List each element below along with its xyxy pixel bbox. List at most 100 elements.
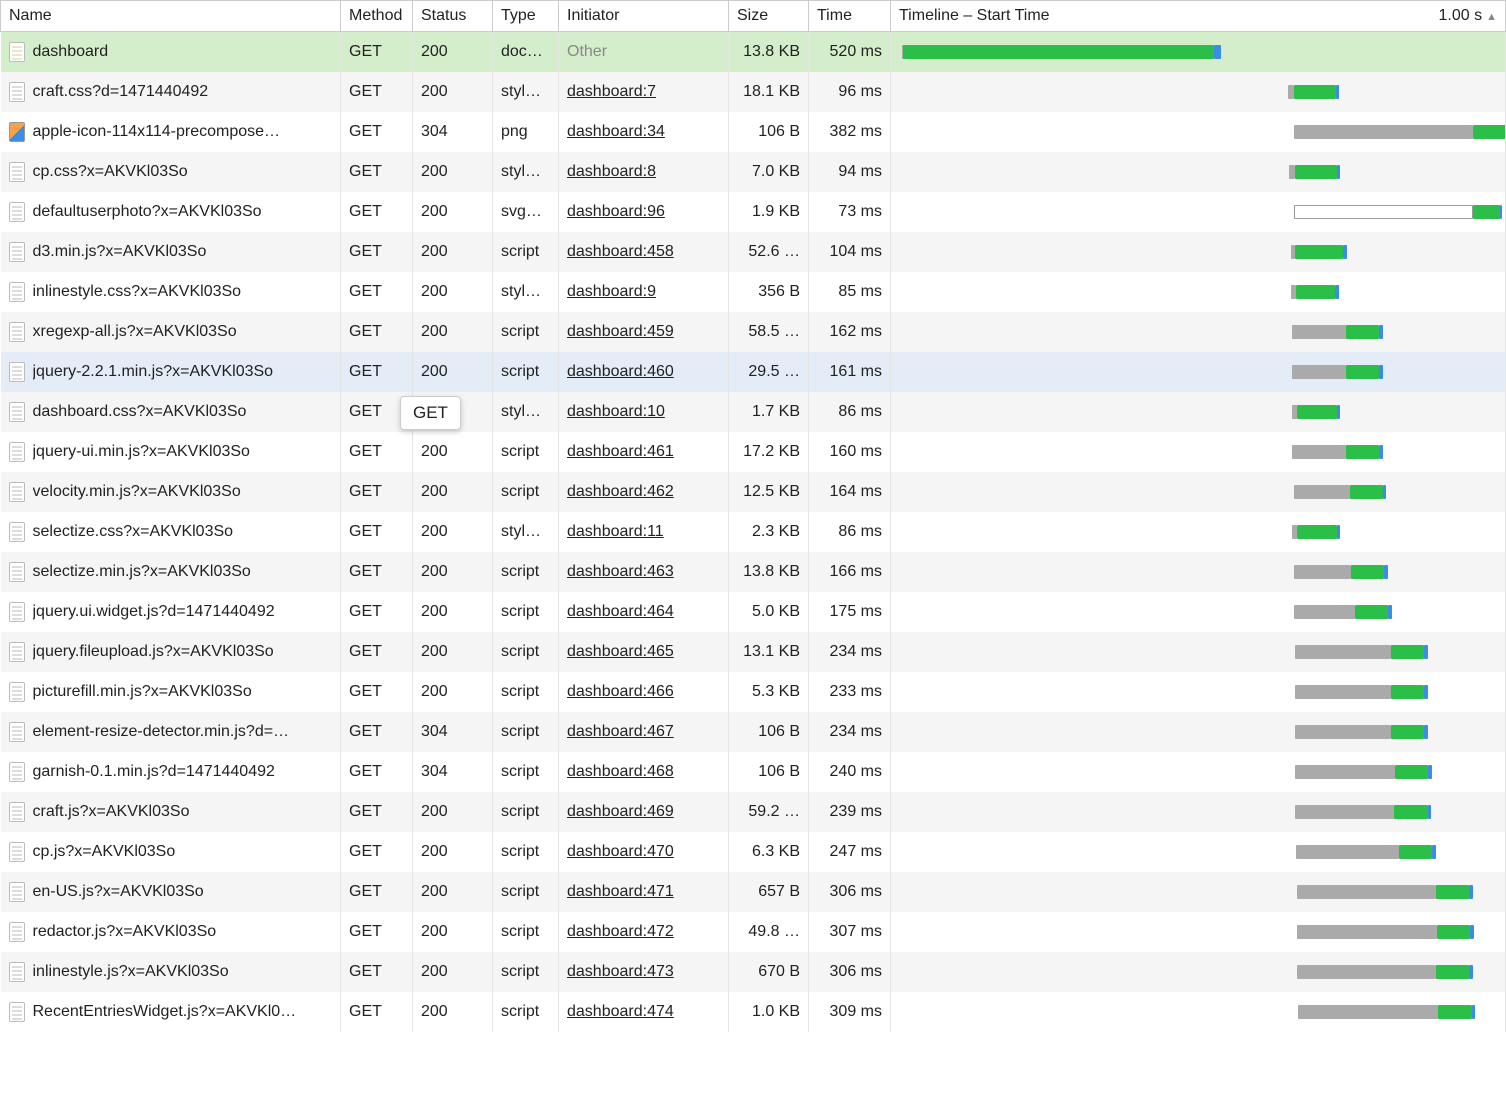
table-row[interactable]: d3.min.js?x=AKVKl03SoGET200scriptdashboa… [1,232,1506,272]
initiator-link[interactable]: dashboard:470 [567,843,674,860]
initiator-link[interactable]: dashboard:465 [567,643,674,660]
cell-name[interactable]: xregexp-all.js?x=AKVKl03So [1,312,341,352]
cell-initiator[interactable]: dashboard:9 [559,272,729,312]
cell-name[interactable]: velocity.min.js?x=AKVKl03So [1,472,341,512]
initiator-link[interactable]: dashboard:461 [567,443,674,460]
cell-initiator[interactable]: dashboard:471 [559,872,729,912]
table-row[interactable]: picturefill.min.js?x=AKVKl03SoGET200scri… [1,672,1506,712]
initiator-link[interactable]: dashboard:474 [567,1003,674,1020]
cell-initiator[interactable]: dashboard:466 [559,672,729,712]
cell-name[interactable]: dashboard [1,32,341,73]
cell-initiator[interactable]: dashboard:467 [559,712,729,752]
cell-name[interactable]: inlinestyle.js?x=AKVKl03So [1,952,341,992]
initiator-link[interactable]: dashboard:466 [567,683,674,700]
initiator-link[interactable]: dashboard:96 [567,203,665,220]
initiator-link[interactable]: dashboard:469 [567,803,674,820]
table-row[interactable]: apple-icon-114x114-precompose…GET304pngd… [1,112,1506,152]
cell-initiator[interactable]: dashboard:474 [559,992,729,1032]
table-row[interactable]: jquery-ui.min.js?x=AKVKl03SoGET200script… [1,432,1506,472]
initiator-link[interactable]: dashboard:10 [567,403,665,420]
cell-name[interactable]: selectize.min.js?x=AKVKl03So [1,552,341,592]
cell-initiator[interactable]: dashboard:468 [559,752,729,792]
cell-name[interactable]: element-resize-detector.min.js?d=… [1,712,341,752]
column-header-time[interactable]: Time [809,1,891,32]
initiator-link[interactable]: dashboard:7 [567,83,656,100]
cell-name[interactable]: d3.min.js?x=AKVKl03So [1,232,341,272]
cell-initiator[interactable]: dashboard:460 [559,352,729,392]
initiator-link[interactable]: dashboard:463 [567,563,674,580]
cell-name[interactable]: defaultuserphoto?x=AKVKl03So [1,192,341,232]
table-row[interactable]: redactor.js?x=AKVKl03SoGET200scriptdashb… [1,912,1506,952]
table-row[interactable]: selectize.css?x=AKVKl03SoGET200styl…dash… [1,512,1506,552]
table-row[interactable]: jquery.fileupload.js?x=AKVKl03SoGET200sc… [1,632,1506,672]
initiator-link[interactable]: dashboard:11 [567,523,664,540]
initiator-link[interactable]: dashboard:468 [567,763,674,780]
table-row[interactable]: RecentEntriesWidget.js?x=AKVKl0…GET200sc… [1,992,1506,1032]
cell-initiator[interactable]: dashboard:461 [559,432,729,472]
initiator-link[interactable]: dashboard:462 [567,483,674,500]
table-row[interactable]: dashboard.css?x=AKVKl03SoGETstyl…dashboa… [1,392,1506,432]
cell-initiator[interactable]: dashboard:469 [559,792,729,832]
table-row[interactable]: jquery.ui.widget.js?d=1471440492GET200sc… [1,592,1506,632]
cell-name[interactable]: apple-icon-114x114-precompose… [1,112,341,152]
column-header-type[interactable]: Type [493,1,559,32]
cell-initiator[interactable]: dashboard:96 [559,192,729,232]
column-header-method[interactable]: Method [341,1,413,32]
column-header-name[interactable]: Name [1,1,341,32]
cell-initiator[interactable]: dashboard:7 [559,72,729,112]
initiator-link[interactable]: dashboard:458 [567,243,674,260]
initiator-link[interactable]: dashboard:34 [567,123,665,140]
cell-name[interactable]: selectize.css?x=AKVKl03So [1,512,341,552]
initiator-link[interactable]: dashboard:464 [567,603,674,620]
cell-name[interactable]: RecentEntriesWidget.js?x=AKVKl0… [1,992,341,1032]
table-row[interactable]: garnish-0.1.min.js?d=1471440492GET304scr… [1,752,1506,792]
initiator-link[interactable]: dashboard:9 [567,283,656,300]
cell-name[interactable]: cp.css?x=AKVKl03So [1,152,341,192]
cell-name[interactable]: jquery-ui.min.js?x=AKVKl03So [1,432,341,472]
table-row[interactable]: xregexp-all.js?x=AKVKl03SoGET200scriptda… [1,312,1506,352]
table-row[interactable]: selectize.min.js?x=AKVKl03SoGET200script… [1,552,1506,592]
cell-name[interactable]: dashboard.css?x=AKVKl03So [1,392,341,432]
cell-initiator[interactable]: dashboard:464 [559,592,729,632]
cell-initiator[interactable]: dashboard:462 [559,472,729,512]
cell-name[interactable]: jquery.fileupload.js?x=AKVKl03So [1,632,341,672]
table-row[interactable]: craft.js?x=AKVKl03SoGET200scriptdashboar… [1,792,1506,832]
table-row[interactable]: jquery-2.2.1.min.js?x=AKVKl03SoGET200scr… [1,352,1506,392]
cell-name[interactable]: garnish-0.1.min.js?d=1471440492 [1,752,341,792]
table-row[interactable]: dashboardGET200doc…Other13.8 KB520 ms [1,32,1506,73]
initiator-link[interactable]: dashboard:460 [567,363,674,380]
cell-name[interactable]: jquery-2.2.1.min.js?x=AKVKl03So [1,352,341,392]
cell-initiator[interactable]: dashboard:34 [559,112,729,152]
initiator-link[interactable]: dashboard:467 [567,723,674,740]
cell-initiator[interactable]: dashboard:472 [559,912,729,952]
table-row[interactable]: defaultuserphoto?x=AKVKl03SoGET200svg…da… [1,192,1506,232]
table-row[interactable]: cp.js?x=AKVKl03SoGET200scriptdashboard:4… [1,832,1506,872]
column-header-initiator[interactable]: Initiator [559,1,729,32]
cell-name[interactable]: cp.js?x=AKVKl03So [1,832,341,872]
table-row[interactable]: inlinestyle.js?x=AKVKl03SoGET200scriptda… [1,952,1506,992]
cell-name[interactable]: jquery.ui.widget.js?d=1471440492 [1,592,341,632]
cell-initiator[interactable]: dashboard:463 [559,552,729,592]
table-row[interactable]: inlinestyle.css?x=AKVKl03SoGET200styl…da… [1,272,1506,312]
cell-initiator[interactable]: dashboard:459 [559,312,729,352]
initiator-link[interactable]: dashboard:8 [567,163,656,180]
column-header-size[interactable]: Size [729,1,809,32]
cell-initiator[interactable]: dashboard:465 [559,632,729,672]
cell-name[interactable]: picturefill.min.js?x=AKVKl03So [1,672,341,712]
cell-initiator[interactable]: dashboard:10 [559,392,729,432]
cell-initiator[interactable]: dashboard:11 [559,512,729,552]
cell-initiator[interactable]: dashboard:8 [559,152,729,192]
table-row[interactable]: craft.css?d=1471440492GET200styl…dashboa… [1,72,1506,112]
cell-initiator[interactable]: dashboard:458 [559,232,729,272]
column-header-timeline[interactable]: Timeline – Start Time 1.00 s▲ [891,1,1506,32]
initiator-link[interactable]: dashboard:459 [567,323,674,340]
initiator-link[interactable]: dashboard:471 [567,883,674,900]
cell-name[interactable]: en-US.js?x=AKVKl03So [1,872,341,912]
initiator-link[interactable]: dashboard:472 [567,923,674,940]
cell-name[interactable]: inlinestyle.css?x=AKVKl03So [1,272,341,312]
cell-name[interactable]: craft.css?d=1471440492 [1,72,341,112]
table-row[interactable]: velocity.min.js?x=AKVKl03SoGET200scriptd… [1,472,1506,512]
cell-name[interactable]: redactor.js?x=AKVKl03So [1,912,341,952]
table-row[interactable]: en-US.js?x=AKVKl03SoGET200scriptdashboar… [1,872,1506,912]
table-row[interactable]: cp.css?x=AKVKl03SoGET200styl…dashboard:8… [1,152,1506,192]
